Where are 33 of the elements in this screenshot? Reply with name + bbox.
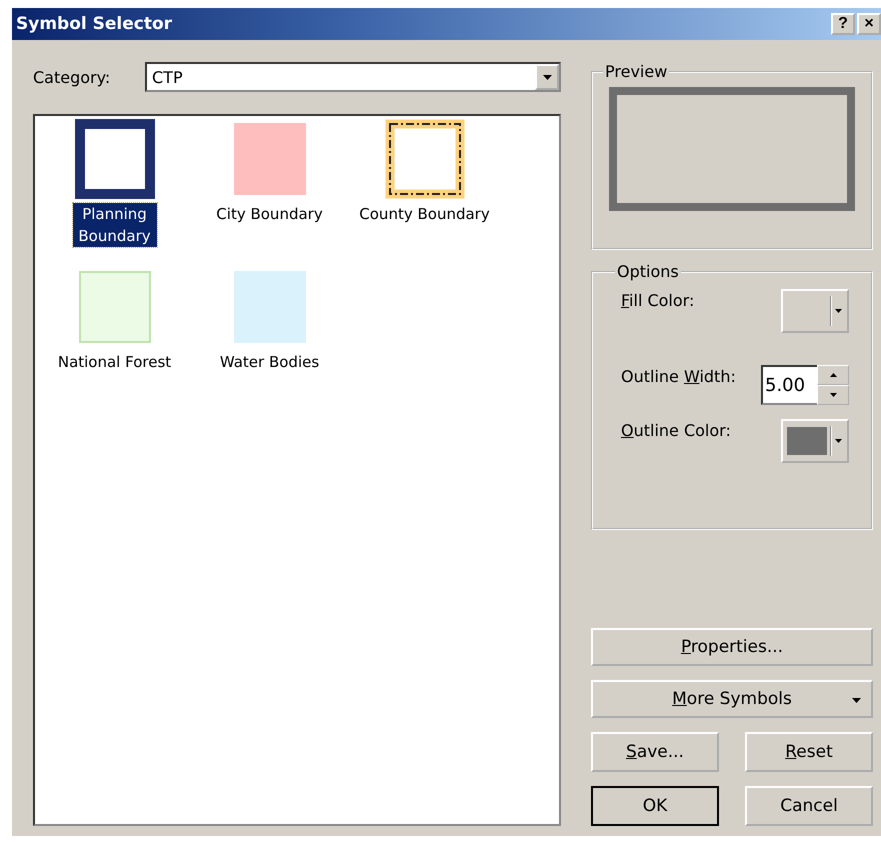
outline-width-label: Outline Width: bbox=[621, 366, 736, 386]
spin-down-button[interactable] bbox=[817, 385, 849, 405]
dialog-button[interactable]: Properties... bbox=[591, 628, 873, 666]
options-title: Options bbox=[616, 262, 680, 281]
window-title: Symbol Selector bbox=[15, 14, 172, 34]
dialog-button[interactable]: Cancel bbox=[745, 786, 873, 826]
fill-color-button[interactable] bbox=[781, 289, 849, 333]
dialog-button[interactable]: More Symbols bbox=[591, 680, 873, 718]
dropdown-arrow-icon bbox=[542, 74, 552, 80]
symbol-label[interactable]: Planning Boundary bbox=[72, 203, 156, 247]
dialog-button[interactable]: Save... bbox=[591, 732, 719, 772]
symbol-label[interactable]: City Boundary bbox=[216, 203, 323, 225]
help-button[interactable]: ? bbox=[831, 13, 855, 35]
up-arrow-icon bbox=[830, 373, 836, 377]
outline-width-field[interactable]: 5.00 bbox=[761, 365, 817, 405]
down-arrow-icon bbox=[830, 393, 836, 397]
dialog-button[interactable]: Reset bbox=[745, 732, 873, 772]
outline-symbol-icon[interactable] bbox=[74, 119, 154, 199]
dropdown-arrow-icon bbox=[835, 439, 842, 443]
fill-color-label: Fill Color: bbox=[621, 290, 694, 310]
close-button[interactable]: × bbox=[857, 13, 881, 35]
category-label: Category: bbox=[33, 68, 112, 86]
symbol-label[interactable]: County Boundary bbox=[359, 203, 490, 225]
category-dropdown[interactable]: CTP bbox=[145, 62, 561, 92]
preview-title: Preview bbox=[604, 62, 668, 81]
dropdown-arrow-icon bbox=[835, 309, 842, 313]
outline-color-button[interactable] bbox=[781, 419, 849, 463]
dropdown-arrow-icon bbox=[852, 698, 861, 703]
outline-color-label: Outline Color: bbox=[621, 420, 731, 440]
spin-up-button[interactable] bbox=[817, 365, 849, 385]
symbol-label[interactable]: Water Bodies bbox=[220, 351, 320, 373]
dialog-button[interactable]: OK bbox=[591, 786, 719, 826]
symbol-label[interactable]: National Forest bbox=[58, 351, 172, 373]
